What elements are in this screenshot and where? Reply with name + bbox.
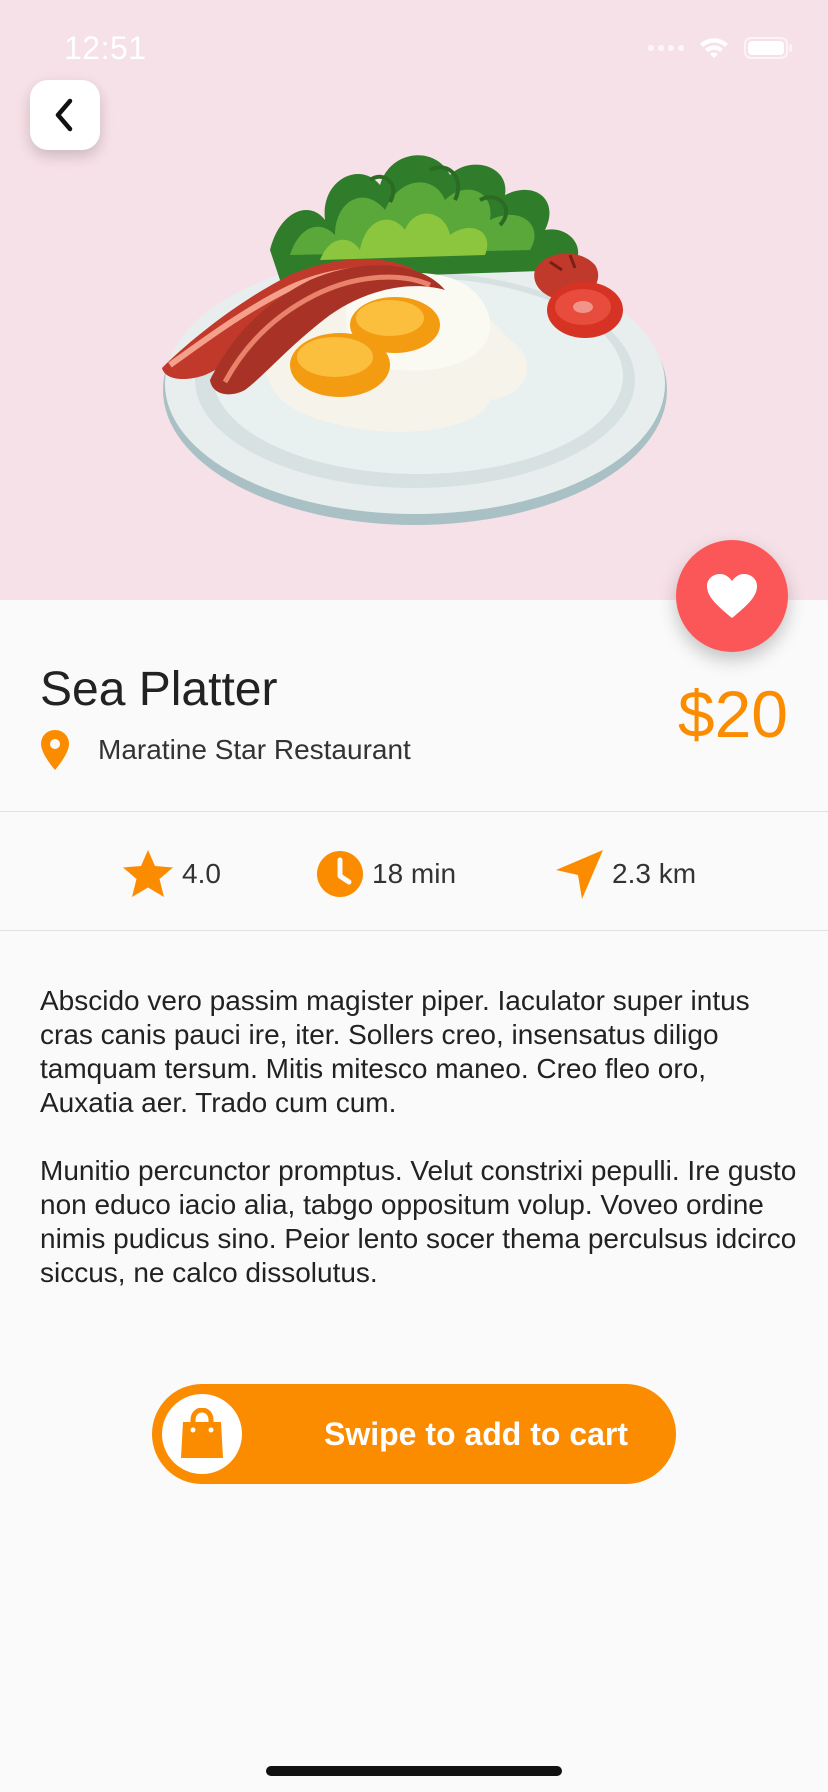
heart-icon	[707, 574, 757, 618]
status-bar: 12:51	[0, 0, 828, 100]
location-pin-icon	[40, 730, 86, 770]
dish-name: Sea Platter	[40, 663, 278, 716]
navigation-icon	[556, 850, 603, 899]
dish-stats: 4.0 18 min 2.3 km	[0, 812, 828, 930]
status-time: 12:51	[64, 30, 147, 66]
rating-value: 4.0	[182, 858, 221, 889]
swipe-to-cart-label: Swipe to add to cart	[324, 1416, 629, 1452]
back-button[interactable]	[30, 80, 100, 150]
status-indicators	[648, 36, 794, 60]
divider	[0, 930, 828, 931]
dish-image	[162, 155, 667, 525]
star-icon	[123, 850, 173, 897]
distance-stat: 2.3 km	[554, 848, 696, 900]
chevron-left-icon	[55, 98, 73, 132]
clock-icon	[317, 851, 363, 897]
home-indicator[interactable]	[266, 1766, 562, 1776]
description-paragraph: Abscido vero passim magister piper. Iacu…	[40, 985, 750, 1118]
signal-icon	[648, 45, 684, 51]
battery-icon	[744, 37, 792, 59]
shopping-bag-icon	[181, 1408, 223, 1458]
restaurant-location: Maratine Star Restaurant	[40, 730, 411, 770]
description-paragraph: Munitio percunctor promptus. Velut const…	[40, 1155, 797, 1288]
rating-stat: 4.0	[122, 848, 221, 900]
swipe-to-cart-slider[interactable]: Swipe to add to cart	[152, 1384, 676, 1484]
wifi-icon	[700, 38, 728, 58]
time-stat: 18 min	[316, 848, 456, 900]
restaurant-name: Maratine Star Restaurant	[98, 734, 411, 765]
dish-description: Abscido vero passim magister piper. Iacu…	[40, 984, 800, 1324]
time-value: 18 min	[372, 858, 457, 889]
hero-banner: 12:51	[0, 0, 828, 600]
price: $20	[677, 677, 788, 751]
swipe-handle[interactable]	[162, 1394, 242, 1474]
distance-value: 2.3 km	[612, 858, 697, 889]
favorite-button[interactable]	[676, 540, 788, 652]
